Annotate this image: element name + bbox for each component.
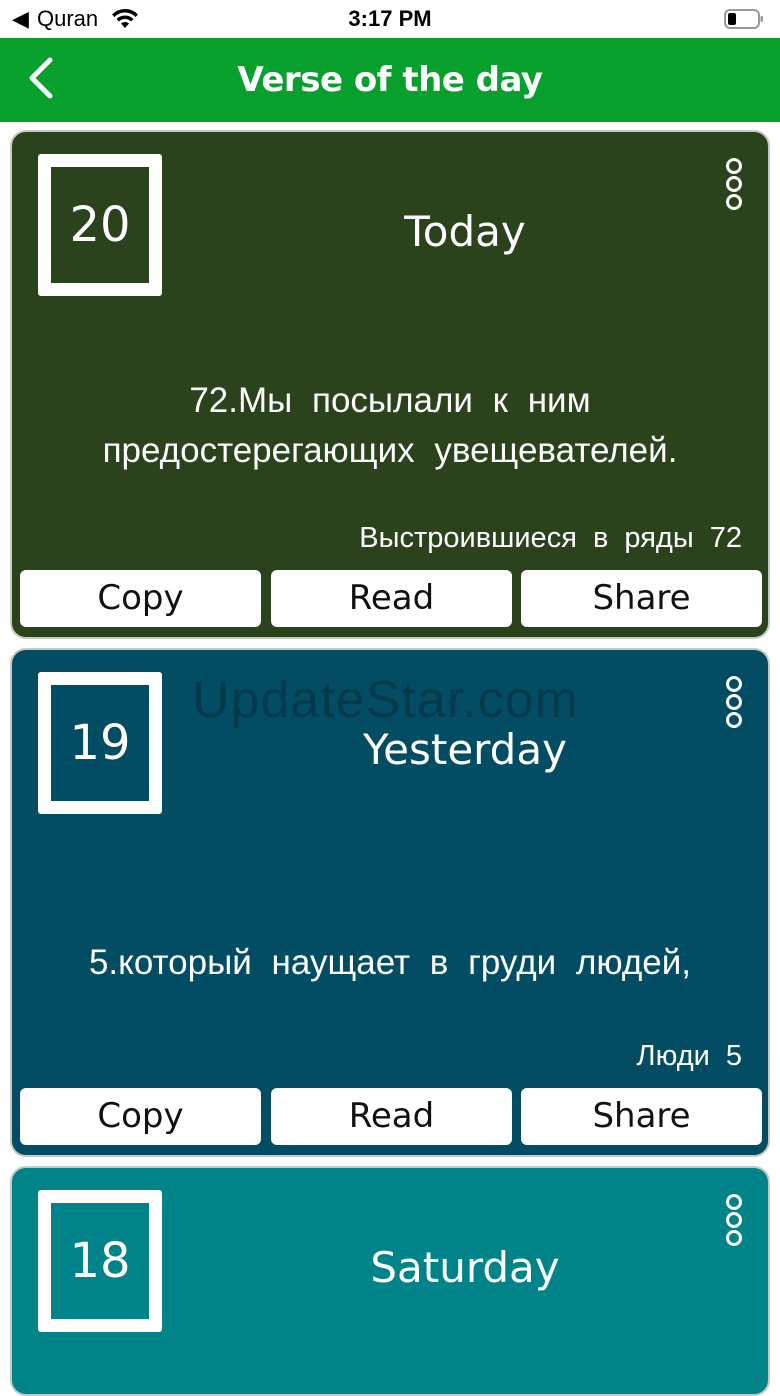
- card-day-label: Today: [404, 207, 526, 256]
- date-box: 18: [38, 1190, 162, 1332]
- status-time: 3:17 PM: [348, 6, 432, 31]
- read-button[interactable]: Read: [271, 570, 512, 627]
- status-bar: ◀ Quran 3:17 PM: [0, 0, 780, 38]
- verse-card-saturday: 18 Saturday: [10, 1166, 770, 1396]
- watermark: UpdateStar.com: [192, 671, 579, 729]
- date-box: 20: [38, 154, 162, 296]
- more-options-icon[interactable]: [720, 1194, 748, 1246]
- copy-button[interactable]: Copy: [20, 570, 261, 627]
- verse-text: 5.который наущает в груди людей,: [52, 938, 728, 988]
- read-button[interactable]: Read: [271, 1088, 512, 1145]
- verse-line: 5.который наущает в груди людей,: [88, 943, 692, 982]
- date-box: 19: [38, 672, 162, 814]
- verse-line: 72.Мы посылали к ним: [189, 381, 591, 420]
- share-button[interactable]: Share: [521, 570, 762, 627]
- verse-card-today: 20 Today 72.Мы посылали к ним предостере…: [10, 130, 770, 639]
- more-options-icon[interactable]: [720, 158, 748, 210]
- verse-source: Люди 5: [636, 1040, 742, 1072]
- nav-bar: Verse of the day: [0, 38, 780, 122]
- copy-button[interactable]: Copy: [20, 1088, 261, 1145]
- page-title: Verse of the day: [237, 60, 543, 100]
- verse-source: Выстроившиеся в ряды 72: [359, 522, 742, 554]
- share-button[interactable]: Share: [521, 1088, 762, 1145]
- verse-line: предостерегающих увещевателей.: [102, 431, 678, 470]
- card-day-label: Saturday: [370, 1243, 560, 1292]
- more-options-icon[interactable]: [720, 676, 748, 728]
- battery-icon: [724, 9, 763, 29]
- verse-text: 72.Мы посылали к ним предостерегающих ув…: [52, 376, 728, 476]
